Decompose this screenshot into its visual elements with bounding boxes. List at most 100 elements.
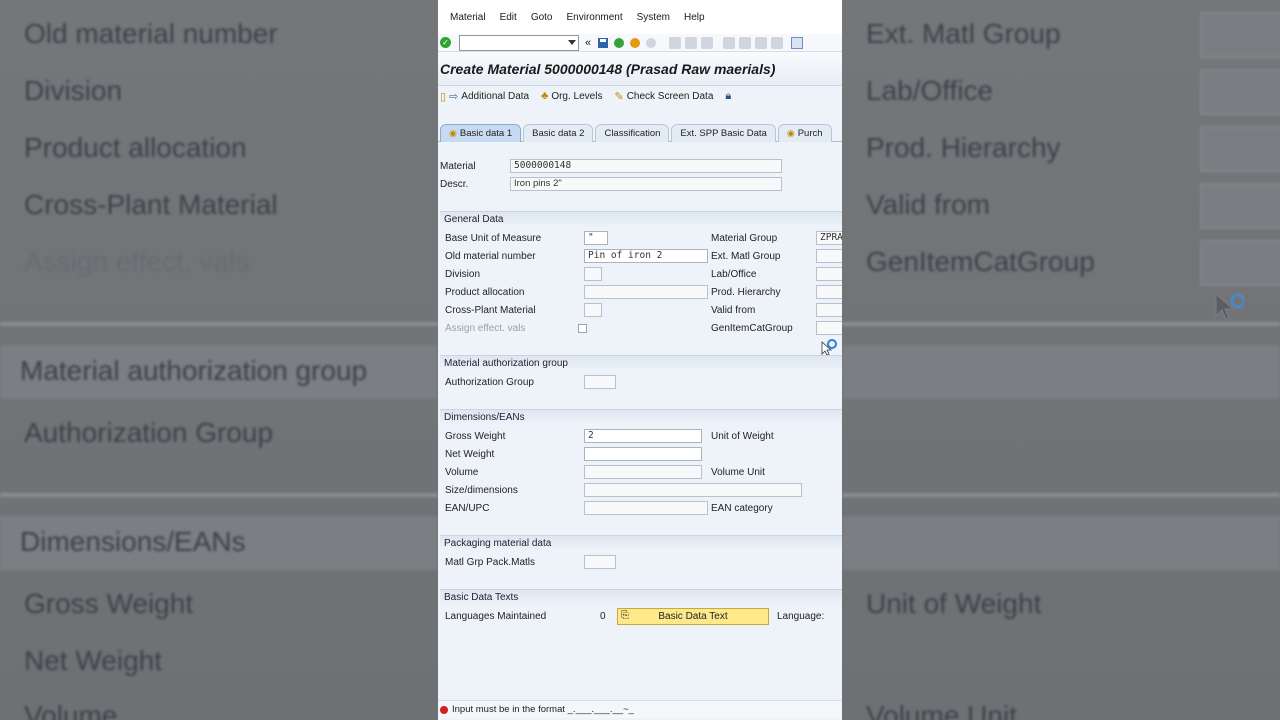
descr-label: Descr.	[440, 179, 469, 190]
volume-unit-label: Volume Unit	[711, 467, 765, 478]
volume-label: Volume	[445, 467, 479, 478]
tab-status-icon: ◉	[786, 128, 795, 138]
backdrop-text: Dimensions/EANs	[20, 526, 246, 557]
assign-effect-vals-checkbox[interactable]	[578, 324, 587, 333]
old-material-number-field[interactable]: Pin of iron 2	[584, 249, 708, 263]
material-field[interactable]: 5000000148	[510, 159, 782, 173]
ext-matl-group-label: Ext. Matl Group	[711, 251, 781, 262]
tab-basic-data-1[interactable]: ◉ Basic data 1	[440, 124, 522, 142]
backdrop-divider	[842, 322, 1280, 326]
command-field[interactable]	[459, 34, 579, 51]
gross-weight-field[interactable]: 2	[584, 429, 702, 443]
ext-matl-group-field[interactable]	[816, 249, 842, 263]
lab-office-field[interactable]	[816, 267, 842, 281]
find-next-icon[interactable]	[701, 36, 714, 49]
save-icon[interactable]	[597, 37, 609, 49]
find-icon[interactable]	[685, 36, 698, 49]
backdrop-field	[1200, 69, 1280, 115]
backdrop-field	[1200, 126, 1280, 172]
check-screen-data-button[interactable]: ✎ Check Screen Data	[614, 90, 713, 103]
status-bar: Input must be in the format _.___.___.__…	[438, 700, 842, 718]
base-uom-field[interactable]: "	[584, 231, 608, 245]
matl-grp-pack-field[interactable]	[584, 555, 616, 569]
last-page-icon[interactable]	[771, 36, 784, 49]
backdrop-text: Volume Unit	[866, 700, 1017, 720]
gross-weight-label: Gross Weight	[445, 431, 506, 442]
tab-strip: ◉ Basic data 1 Basic data 2 Classificati…	[438, 122, 842, 142]
cancel-icon[interactable]	[645, 37, 657, 49]
exit-icon[interactable]	[629, 37, 641, 49]
cross-plant-material-field[interactable]	[584, 303, 602, 317]
menu-edit[interactable]: Edit	[500, 12, 517, 23]
gen-item-cat-group-field[interactable]	[816, 321, 842, 335]
print-icon[interactable]	[669, 36, 682, 49]
valid-from-field[interactable]	[816, 303, 842, 317]
lab-office-label: Lab/Office	[711, 269, 757, 280]
backdrop-divider	[0, 493, 438, 497]
size-dimensions-label: Size/dimensions	[445, 485, 518, 496]
first-page-icon[interactable]	[723, 36, 736, 49]
additional-data-button[interactable]: ▯ ⇨ Additional Data	[440, 90, 529, 103]
description-field[interactable]: Iron pins 2"	[510, 177, 782, 191]
tab-ext-spp-basic-data[interactable]: Ext. SPP Basic Data	[671, 124, 776, 142]
base-uom-label: Base Unit of Measure	[445, 233, 542, 244]
backdrop-text: Assign effect. vals	[24, 246, 250, 277]
backdrop-field	[1200, 183, 1280, 229]
backdrop-text: Valid from	[866, 189, 990, 220]
backdrop-divider	[0, 322, 438, 326]
backdrop-field	[1200, 12, 1280, 58]
backdrop-text: Cross-Plant Material	[24, 189, 278, 220]
org-levels-button[interactable]: ♣ Org. Levels	[541, 90, 602, 102]
back-icon[interactable]	[613, 37, 625, 49]
tab-basic-data-2[interactable]: Basic data 2	[523, 124, 594, 142]
basic-data-text-button[interactable]: ⎘ Basic Data Text	[617, 608, 769, 625]
chevron-down-icon[interactable]	[568, 39, 576, 45]
languages-maintained-label: Languages Maintained	[445, 611, 547, 622]
assign-effect-vals-label: Assign effect. vals	[445, 323, 526, 334]
back-arrows-icon[interactable]: «	[585, 37, 591, 49]
backdrop-text: Material authorization group	[20, 355, 368, 386]
next-page-icon[interactable]	[755, 36, 768, 49]
busy-cursor-icon	[1215, 292, 1244, 320]
menu-material[interactable]: Material	[450, 12, 486, 23]
size-dimensions-field[interactable]	[584, 483, 802, 497]
matl-grp-pack-label: Matl Grp Pack.Matls	[445, 557, 536, 568]
ean-category-label: EAN category	[711, 503, 773, 514]
menu-goto[interactable]: Goto	[531, 12, 553, 23]
menu-bar: Material Edit Goto Environment System He…	[438, 0, 842, 34]
backdrop-field	[1200, 240, 1280, 286]
menu-help[interactable]: Help	[684, 12, 705, 23]
lock-icon[interactable]: 🔒︎	[725, 90, 731, 103]
material-group-field[interactable]: ZPRA	[816, 231, 842, 245]
backdrop-text: Net Weight	[24, 645, 162, 676]
tab-status-icon: ◉	[449, 128, 457, 138]
backdrop-left: Old material number Division Product all…	[0, 0, 438, 720]
backdrop-text: Volume	[24, 700, 118, 720]
volume-field[interactable]	[584, 465, 702, 479]
menu-system[interactable]: System	[637, 12, 670, 23]
backdrop-section	[842, 516, 1280, 570]
tab-purchasing[interactable]: ◉ Purch	[777, 124, 832, 142]
prod-hierarchy-field[interactable]	[816, 285, 842, 299]
backdrop-text: Old material number	[24, 18, 278, 49]
new-session-icon[interactable]	[791, 36, 804, 49]
authorization-group-field[interactable]	[584, 375, 616, 389]
division-field[interactable]	[584, 267, 602, 281]
backdrop-text: Prod. Hierarchy	[866, 132, 1061, 163]
prev-page-icon[interactable]	[739, 36, 752, 49]
application-toolbar: ▯ ⇨ Additional Data ♣ Org. Levels ✎ Check…	[438, 86, 842, 106]
backdrop-section	[842, 345, 1280, 399]
tab-classification[interactable]: Classification	[595, 124, 670, 142]
backdrop-text: Division	[24, 75, 123, 106]
valid-from-label: Valid from	[711, 305, 756, 316]
language-label: Language:	[777, 611, 825, 622]
ean-upc-field[interactable]	[584, 501, 708, 515]
product-allocation-field[interactable]	[584, 285, 708, 299]
menu-environment[interactable]: Environment	[567, 12, 623, 23]
section-dimensions-eans: Dimensions/EANs	[440, 409, 842, 425]
backdrop-text: Lab/Office	[866, 75, 994, 106]
status-message[interactable]: Input must be in the format _.___.___.__…	[452, 704, 634, 715]
enter-check-icon[interactable]: ✓	[440, 37, 451, 48]
cross-plant-material-label: Cross-Plant Material	[445, 305, 536, 316]
net-weight-field[interactable]	[584, 447, 702, 461]
